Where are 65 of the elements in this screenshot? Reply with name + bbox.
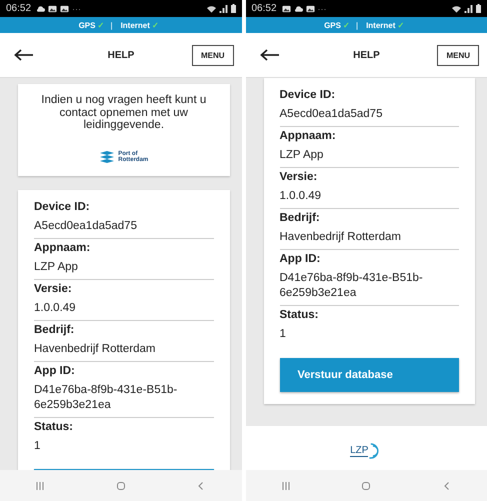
signal-icon	[218, 4, 228, 12]
field-label: Bedrijf:	[280, 210, 321, 226]
more-notifications: ···	[72, 4, 82, 14]
home-icon[interactable]	[116, 480, 126, 490]
field-value: LZP App	[280, 146, 459, 168]
field-label: Versie:	[34, 282, 73, 297]
wifi-icon	[206, 4, 216, 12]
wifi-icon	[452, 4, 461, 12]
back-icon[interactable]	[442, 480, 452, 490]
field-label: Device ID:	[280, 88, 336, 103]
field-label: Versie:	[280, 170, 318, 185]
gps-label: GPS	[78, 20, 96, 30]
cloud-icon	[36, 4, 46, 12]
image-icon	[306, 4, 315, 12]
recent-apps-icon[interactable]	[35, 480, 46, 490]
field-value: 1	[280, 326, 287, 342]
field-label: Bedrijf:	[34, 322, 76, 338]
field-value: A5ecd0ea1da5ad75	[34, 216, 214, 239]
lzp-logo: LZP	[350, 442, 382, 460]
gps-check: ✓	[97, 20, 104, 30]
internet-label: Internet	[366, 20, 396, 30]
field-value: A5ecd0ea1da5ad75	[280, 105, 459, 127]
page-title: HELP	[106, 50, 136, 60]
waves-logo-icon	[99, 150, 116, 164]
gps-check: ✓	[342, 20, 350, 30]
menu-button[interactable]: MENU	[192, 44, 234, 66]
status-time: 06:52	[252, 3, 277, 14]
field-value: Havenbedrijf Rotterdam	[280, 228, 459, 250]
gps-label: GPS	[324, 20, 341, 30]
image-icon	[282, 4, 291, 12]
field-value: D41e76ba-8f9b-431e-B51b-6e259b3e21ea	[34, 380, 214, 418]
field-value: D41e76ba-8f9b-431e-B51b-6e259b3e21ea	[280, 268, 459, 306]
battery-icon	[476, 4, 481, 13]
internet-check: ✓	[397, 20, 404, 30]
signal-icon	[464, 4, 473, 12]
field-label: Appnaam:	[34, 240, 92, 256]
home-icon[interactable]	[361, 480, 372, 490]
field-value: Havenbedrijf Rotterdam	[34, 340, 214, 362]
cloud-icon	[294, 4, 303, 12]
field-label: App ID:	[34, 364, 76, 379]
field-label: Device ID:	[34, 200, 91, 215]
field-value: 1.0.0.49	[34, 298, 214, 321]
field-value: LZP App	[34, 258, 214, 280]
send-database-button[interactable]: Verstuur database	[280, 358, 459, 392]
separator: |	[110, 20, 113, 30]
field-label: Status:	[34, 420, 74, 435]
field-label: App ID:	[280, 252, 322, 267]
page-title: HELP	[352, 50, 381, 60]
recent-apps-icon[interactable]	[280, 480, 291, 490]
image-icon	[60, 4, 70, 12]
separator: |	[356, 20, 358, 30]
back-arrow-icon[interactable]	[14, 49, 34, 61]
menu-button[interactable]: MENU	[437, 44, 479, 66]
image-icon	[48, 4, 58, 12]
internet-label: Internet	[120, 20, 150, 30]
back-arrow-icon[interactable]	[260, 49, 280, 61]
field-value: 1.0.0.49	[280, 186, 459, 209]
battery-icon	[230, 4, 236, 13]
help-text: Indien u nog vragen heeft kunt u contact opnemen met uw leidinggevende.	[40, 94, 208, 132]
field-label: Appnaam:	[280, 128, 337, 144]
internet-check: ✓	[152, 20, 159, 30]
field-value: 1	[34, 438, 42, 454]
more-notifications: ···	[318, 4, 327, 14]
status-time: 06:52	[6, 3, 32, 14]
field-label: Status:	[280, 308, 320, 323]
